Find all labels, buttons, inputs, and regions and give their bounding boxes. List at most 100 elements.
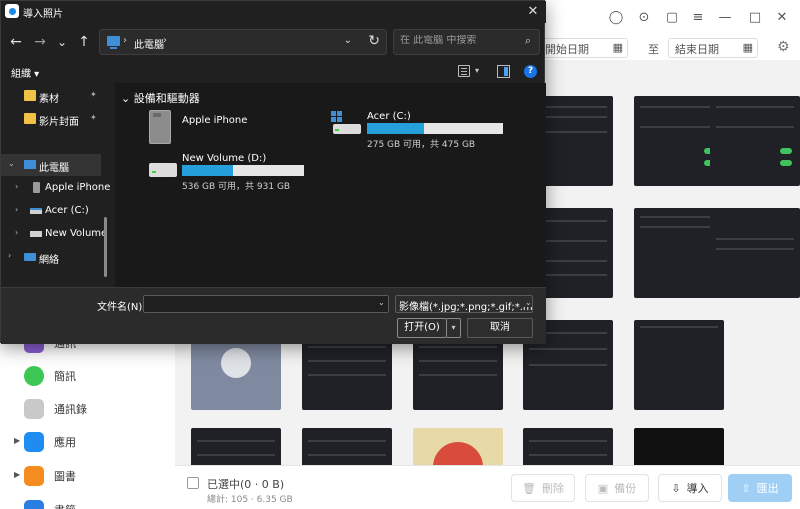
iphone-icon: [33, 182, 40, 193]
drive-icon: [30, 231, 42, 237]
search-input[interactable]: [400, 35, 515, 46]
nav-item-label: 素材: [39, 94, 59, 105]
menu-icon[interactable]: ≡: [690, 10, 706, 26]
navigation-pane: 素材 ✦ 影片封面 ✦ ⌄ 此電腦 › Apple iPhone › Acer …: [1, 83, 115, 287]
view-options-icon[interactable]: [458, 65, 470, 77]
photo-thumbnail[interactable]: [710, 208, 800, 298]
address-bar[interactable]: › 此電腦 › ⌄ ↻: [99, 29, 387, 55]
network-icon: [24, 253, 36, 261]
pin-icon[interactable]: ✦: [90, 90, 97, 99]
sidebar-item-label: 圖書: [54, 470, 76, 483]
app-close-icon[interactable]: ✕: [774, 10, 790, 26]
photo-thumbnail[interactable]: [710, 96, 800, 186]
folder-icon: [24, 113, 36, 124]
up-arrow-icon[interactable]: ↑: [73, 31, 95, 53]
expanded-chevron-icon[interactable]: ⌄: [8, 159, 15, 168]
refresh-icon[interactable]: ↻: [368, 33, 380, 49]
sidebar-item-apps[interactable]: 應用: [24, 430, 76, 454]
maximize-icon[interactable]: □: [747, 10, 763, 26]
device-apple-iphone[interactable]: Apple iPhone: [149, 107, 299, 147]
filetype-dropdown-icon[interactable]: ⌄: [523, 298, 532, 307]
books-icon: [24, 466, 44, 486]
breadcrumb-chevron-icon[interactable]: ›: [123, 35, 127, 46]
sidebar-item-label: 書籤: [54, 502, 76, 509]
open-split-dropdown-icon[interactable]: ▾: [447, 318, 461, 338]
disk-space-info: 275 GB 可用，共 475 GB: [367, 140, 476, 150]
close-icon[interactable]: ✕: [524, 3, 542, 21]
feedback-icon[interactable]: ▢: [664, 10, 680, 26]
device-new-volume-d[interactable]: New Volume (D:) 536 GB 可用，共 931 GB: [149, 153, 349, 195]
dialog-title: 導入照片: [23, 9, 63, 20]
sidebar-item-messages[interactable]: 簡訊: [24, 364, 76, 388]
backup-button[interactable]: ▣ 備份: [585, 474, 649, 502]
user-icon[interactable]: ◯: [608, 10, 624, 26]
photo-thumbnail[interactable]: [634, 320, 724, 410]
export-button[interactable]: ⇧ 匯出: [728, 474, 792, 502]
minimize-icon[interactable]: —: [717, 10, 733, 26]
preview-pane-icon[interactable]: [497, 65, 510, 78]
expand-arrow-icon[interactable]: ▶: [14, 470, 20, 479]
device-name: New Volume (D:): [182, 153, 267, 164]
app-store-icon: [24, 432, 44, 452]
end-date-label: 結束日期: [675, 43, 719, 56]
organize-button[interactable]: 組織 ▾: [11, 65, 39, 80]
expand-arrow-icon[interactable]: ▶: [14, 436, 20, 445]
nav-item-label: 影片封面: [39, 117, 79, 128]
download-icon[interactable]: ⊙: [636, 10, 652, 26]
nav-item-new-volume[interactable]: › New Volume: [1, 223, 107, 245]
filetype-select[interactable]: 影像檔(*.jpg;*.png;*.gif;*.mov: [395, 295, 533, 313]
start-date-field[interactable]: 開始日期 ▦: [538, 38, 628, 58]
nav-item-video-covers[interactable]: 影片封面 ✦: [1, 108, 101, 130]
sidebar-item-contacts[interactable]: 通訊錄: [24, 397, 87, 421]
total-count: 總計: 105 · 6.35 GB: [207, 495, 293, 505]
collapsed-chevron-icon[interactable]: ›: [15, 205, 18, 214]
computer-icon: [24, 160, 36, 169]
computer-icon: [107, 36, 120, 49]
nav-item-label: Acer (C:): [45, 205, 89, 216]
select-all-checkbox[interactable]: [187, 477, 199, 489]
nav-pane-scrollbar[interactable]: [104, 217, 107, 277]
nav-item-materials[interactable]: 素材 ✦: [1, 85, 101, 107]
breadcrumb-this-pc[interactable]: 此電腦: [134, 36, 164, 51]
selected-count: 已選中(0 · 0 B): [207, 478, 285, 491]
filename-input[interactable]: [143, 295, 389, 313]
forward-arrow-icon[interactable]: →: [29, 31, 51, 53]
view-dropdown-icon[interactable]: ▾: [475, 66, 479, 75]
nav-item-network[interactable]: › 網絡: [1, 246, 101, 268]
nav-item-this-pc[interactable]: ⌄ 此電腦: [1, 154, 101, 176]
app-logo-icon: [5, 4, 19, 18]
disk-usage-fill: [367, 123, 425, 134]
app-sidebar: 通訊 簡訊 通訊錄 ▶ 應用 ▶ 圖書 書籤: [0, 333, 175, 509]
messages-icon: [24, 366, 44, 386]
collapsed-chevron-icon[interactable]: ›: [8, 251, 11, 260]
end-date-field[interactable]: 結束日期 ▦: [668, 38, 758, 58]
collapsed-chevron-icon[interactable]: ›: [15, 182, 18, 191]
sidebar-item-books[interactable]: 圖書: [24, 464, 76, 488]
start-date-label: 開始日期: [545, 43, 589, 56]
address-dropdown-icon[interactable]: ⌄: [344, 35, 352, 46]
contacts-icon: [24, 399, 44, 419]
export-icon: ⇧: [741, 481, 751, 495]
cancel-button[interactable]: 取消: [467, 318, 533, 338]
folder-icon: [24, 90, 36, 101]
open-button[interactable]: 打开(O): [397, 318, 447, 338]
navigation-bar: ← → ⌄ ↑ › 此電腦 › ⌄ ↻ ⌕: [1, 25, 546, 59]
delete-button[interactable]: 🗑 刪除: [511, 474, 575, 502]
settings-gear-icon[interactable]: ⚙: [777, 39, 790, 55]
back-arrow-icon[interactable]: ←: [5, 31, 27, 53]
recent-locations-chevron-icon[interactable]: ⌄: [51, 31, 73, 53]
dialog-toolbar: 組織 ▾ ▾ ?: [1, 61, 546, 83]
nav-item-apple-iphone[interactable]: › Apple iPhone: [1, 177, 110, 199]
search-box: ⌕: [393, 29, 540, 55]
breadcrumb-chevron-icon[interactable]: ›: [163, 35, 167, 46]
import-button[interactable]: ⇩ 導入: [658, 474, 722, 502]
group-header-devices[interactable]: ⌄ 設備和驅動器: [121, 90, 200, 106]
help-icon[interactable]: ?: [524, 65, 537, 78]
filename-dropdown-icon[interactable]: ⌄: [378, 298, 385, 307]
sidebar-item-bookmarks[interactable]: 書籤: [24, 498, 76, 509]
collapsed-chevron-icon[interactable]: ›: [15, 228, 18, 237]
nav-item-acer-c[interactable]: › Acer (C:): [1, 200, 101, 222]
pin-icon[interactable]: ✦: [90, 113, 97, 122]
search-icon[interactable]: ⌕: [525, 34, 531, 48]
device-acer-c[interactable]: Acer (C:) 275 GB 可用，共 475 GB: [329, 107, 509, 150]
